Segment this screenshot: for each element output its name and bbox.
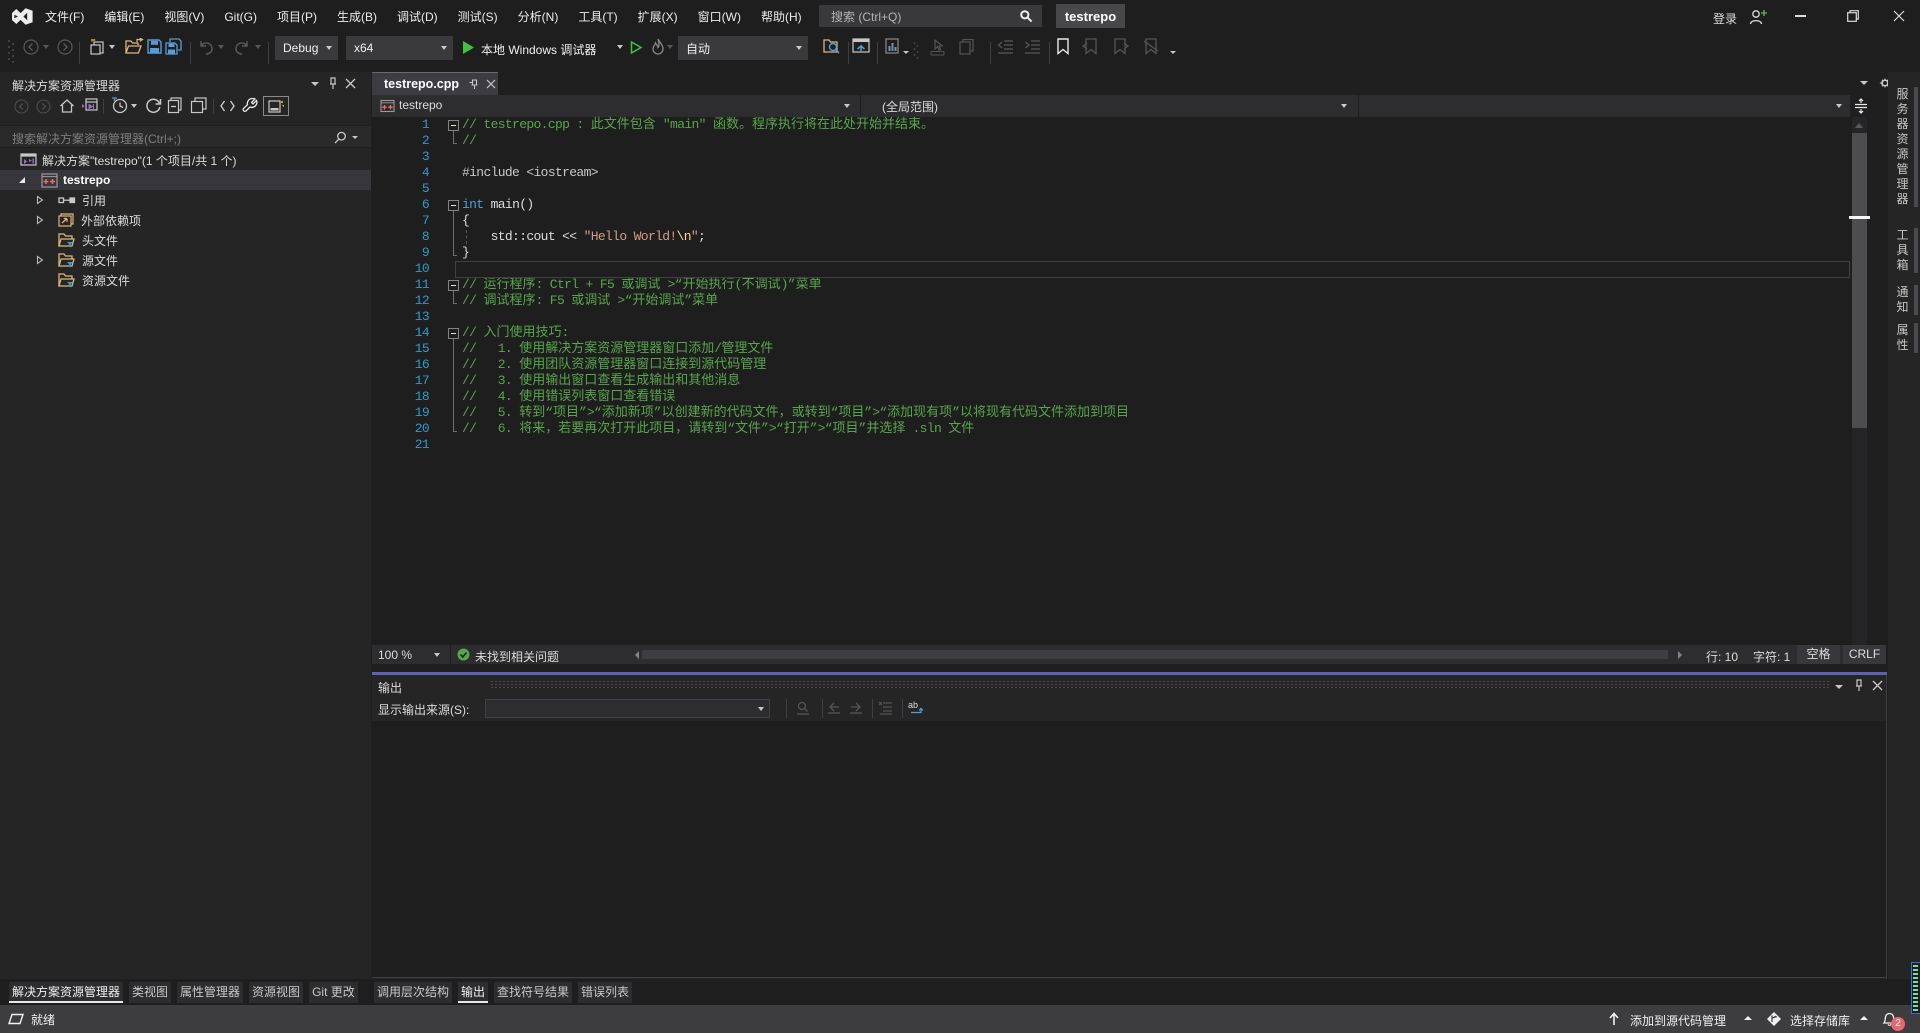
svg-text:ab: ab — [908, 700, 918, 710]
